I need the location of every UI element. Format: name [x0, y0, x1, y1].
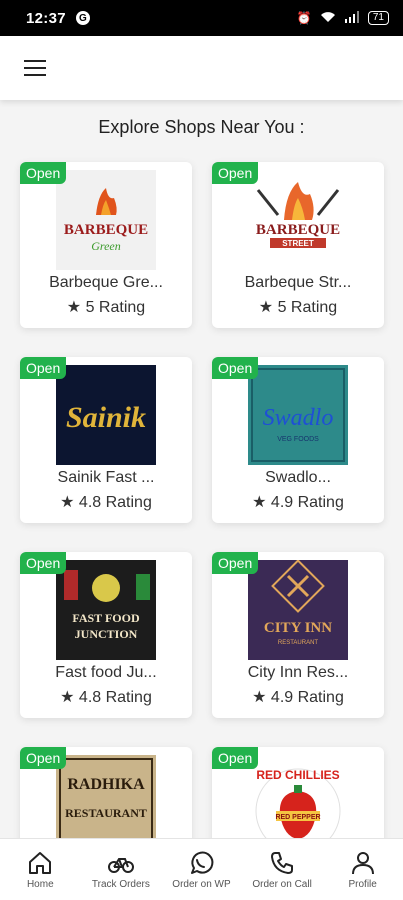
svg-text:RED CHILLIES: RED CHILLIES	[256, 768, 339, 782]
shop-card[interactable]: Open BARBEQUE STREET Barbeque Str... ★ 5…	[212, 162, 384, 328]
open-badge: Open	[20, 747, 67, 769]
nav-label: Home	[26, 879, 54, 890]
open-badge: Open	[212, 747, 259, 769]
shop-name: Barbeque Gre...	[49, 274, 163, 291]
signal-icon	[344, 10, 360, 26]
svg-text:RESTAURANT: RESTAURANT	[65, 806, 147, 820]
open-badge: Open	[20, 552, 67, 574]
svg-text:CITY INN: CITY INN	[264, 620, 332, 636]
barbeque-street-logo: BARBEQUE STREET	[248, 170, 348, 270]
nav-track-orders[interactable]: Track Orders	[81, 839, 162, 900]
nav-home[interactable]: Home	[0, 839, 81, 900]
svg-text:STREET: STREET	[282, 239, 314, 248]
open-badge: Open	[20, 162, 67, 184]
nav-order-whatsapp[interactable]: Order on WP	[161, 839, 242, 900]
barbeque-green-logo: BARBEQUE Green	[56, 170, 156, 270]
shop-rating: ★ 4.8 Rating	[60, 494, 152, 511]
swadlo-logo: Swadlo VEG FOODS	[248, 365, 348, 465]
fast-food-junction-logo: FAST FOOD JUNCTION	[56, 560, 156, 660]
wifi-icon	[320, 11, 336, 26]
city-inn-logo: CITY INN RESTAURANT	[248, 560, 348, 660]
svg-text:RADHIKA: RADHIKA	[67, 776, 145, 793]
shop-name: Barbeque Str...	[244, 274, 352, 291]
shop-rating: ★ 4.9 Rating	[252, 494, 344, 511]
nav-profile[interactable]: Profile	[322, 839, 403, 900]
section-title: Explore Shops Near You :	[98, 117, 305, 137]
svg-text:BARBEQUE: BARBEQUE	[64, 222, 148, 238]
profile-icon	[351, 852, 374, 875]
nav-order-call[interactable]: Order on Call	[242, 839, 323, 900]
svg-text:BARBEQUE: BARBEQUE	[256, 222, 340, 238]
status-bar: 12:37 G ⏰ 71	[0, 0, 403, 36]
open-badge: Open	[212, 552, 259, 574]
svg-text:Swadlo: Swadlo	[263, 405, 334, 431]
phone-icon	[271, 852, 294, 874]
open-badge: Open	[20, 357, 67, 379]
nav-label: Track Orders	[91, 879, 150, 890]
shop-name: Sainik Fast ...	[57, 469, 155, 486]
svg-text:Green: Green	[91, 239, 121, 253]
svg-text:RESTAURANT: RESTAURANT	[278, 640, 319, 646]
shop-name: Swadlo...	[265, 469, 331, 486]
home-icon	[29, 852, 52, 874]
svg-text:Sainik: Sainik	[66, 401, 146, 434]
shop-name: City Inn Res...	[247, 664, 349, 681]
shop-card[interactable]: Open FAST FOOD JUNCTION Fast food Ju... …	[20, 552, 192, 718]
status-time: 12:37	[26, 9, 66, 27]
sainik-logo: Sainik	[56, 365, 156, 465]
nav-label: Order on WP	[172, 879, 231, 890]
shop-rating: ★ 4.9 Rating	[252, 689, 344, 706]
whatsapp-icon	[191, 851, 214, 874]
open-badge: Open	[212, 162, 259, 184]
svg-text:VEG FOODS: VEG FOODS	[277, 436, 319, 443]
nav-label: Order on Call	[252, 879, 312, 890]
svg-text:RED PEPPER: RED PEPPER	[275, 814, 320, 821]
hamburger-menu-icon[interactable]	[24, 60, 46, 76]
shop-card[interactable]: Open BARBEQUE Green Barbeque Gre... ★ 5 …	[20, 162, 192, 328]
shop-rating: ★ 5 Rating	[66, 299, 146, 316]
bottom-navigation: Home Track Orders Order on WP Order on C…	[0, 838, 403, 900]
google-icon: G	[75, 11, 90, 25]
alarm-icon: ⏰	[296, 11, 312, 25]
bicycle-icon	[107, 858, 134, 873]
shop-name: Fast food Ju...	[55, 664, 157, 681]
shop-rating: ★ 5 Rating	[258, 299, 338, 316]
shop-rating: ★ 4.8 Rating	[60, 689, 152, 706]
svg-text:JUNCTION: JUNCTION	[75, 627, 138, 641]
shop-card[interactable]: Open Sainik Sainik Fast ... ★ 4.8 Rating	[20, 357, 192, 523]
battery-icon: 71	[367, 11, 389, 25]
status-icons: ⏰ 71	[296, 10, 389, 26]
shop-card[interactable]: Open CITY INN RESTAURANT City Inn Res...…	[212, 552, 384, 718]
nav-label: Profile	[348, 879, 377, 890]
shop-card[interactable]: Open Swadlo VEG FOODS Swadlo... ★ 4.9 Ra…	[212, 357, 384, 523]
svg-text:FAST FOOD: FAST FOOD	[72, 611, 140, 625]
app-bar	[0, 36, 403, 100]
open-badge: Open	[212, 357, 259, 379]
